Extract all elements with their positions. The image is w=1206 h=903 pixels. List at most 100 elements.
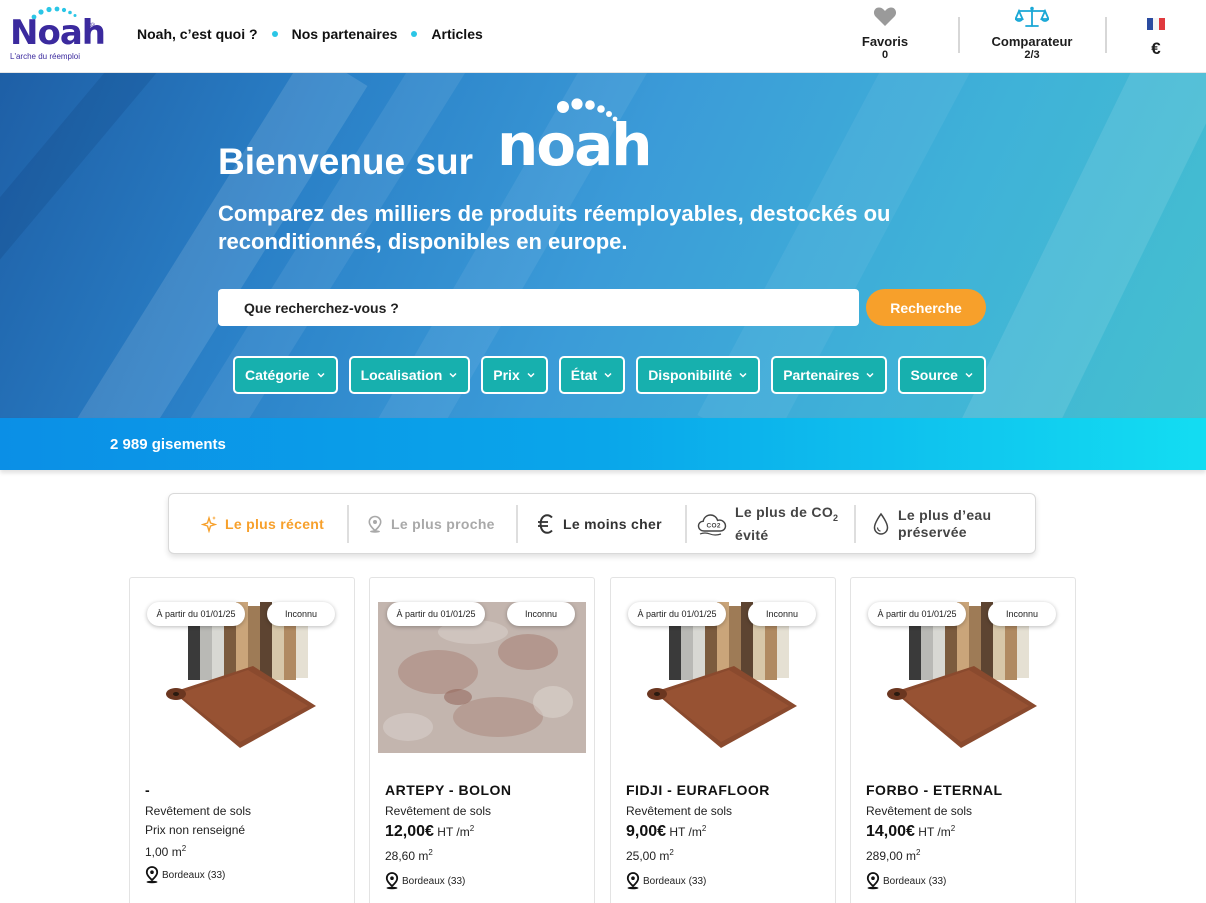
availability-badge: À partir du 01/01/25 bbox=[387, 602, 485, 626]
results-count: 2 989 gisements bbox=[110, 436, 226, 453]
product-price: 9,00€ HT /m2 bbox=[626, 823, 706, 841]
availability-badge: À partir du 01/01/25 bbox=[868, 602, 966, 626]
price-value: 9,00€ bbox=[626, 823, 667, 840]
location-label: Bordeaux (33) bbox=[402, 875, 466, 887]
product-card[interactable]: À partir du 01/01/25 Inconnu - Revêtemen… bbox=[129, 577, 355, 903]
sort-divider bbox=[685, 505, 687, 543]
sort-most-recent[interactable]: Le plus récent bbox=[201, 494, 324, 553]
nav-dot bbox=[411, 31, 418, 37]
scale-icon bbox=[1014, 6, 1050, 27]
header-divider bbox=[1105, 17, 1107, 53]
hero-subtitle: Comparez des milliers de produits réempl… bbox=[218, 201, 891, 254]
product-category: Revêtement de sols bbox=[145, 804, 252, 818]
sort-nearest[interactable]: Le plus proche bbox=[367, 494, 495, 553]
sort-label-line1: Le plus de CO bbox=[735, 503, 834, 520]
condition-badge: Inconnu bbox=[988, 602, 1056, 626]
sort-divider bbox=[347, 505, 349, 543]
filter-label: Catégorie bbox=[245, 367, 310, 383]
filter-price[interactable]: Prix bbox=[481, 356, 548, 394]
price-value: 14,00€ bbox=[866, 823, 915, 840]
product-quantity: 1,00 m2 bbox=[145, 844, 186, 859]
search-input[interactable] bbox=[218, 289, 859, 326]
noah-logo[interactable]: Noah ® L'arche du réemploi bbox=[9, 6, 106, 64]
chevron-down-icon bbox=[604, 372, 612, 378]
chevron-down-icon bbox=[317, 372, 325, 378]
filter-label: Partenaires bbox=[783, 367, 860, 383]
quantity-value: 25,00 m bbox=[626, 849, 670, 863]
fr-flag-icon bbox=[1147, 18, 1165, 30]
filter-source[interactable]: Source bbox=[898, 356, 986, 394]
filter-label: Prix bbox=[493, 367, 520, 383]
quantity-value: 1,00 m bbox=[145, 845, 182, 859]
product-quantity: 25,00 m2 bbox=[626, 848, 674, 863]
hero-noah-logo: noah bbox=[497, 98, 653, 180]
chevron-down-icon bbox=[527, 372, 535, 378]
filter-label: Localisation bbox=[360, 367, 443, 383]
chevron-down-icon bbox=[866, 372, 874, 378]
hero-banner: Bienvenue sur noah Comparez des milliers… bbox=[0, 73, 1206, 418]
nav-link-partners[interactable]: Nos partenaires bbox=[292, 26, 398, 42]
chevron-down-icon bbox=[739, 372, 747, 378]
heart-icon bbox=[873, 7, 897, 26]
sort-cheapest[interactable]: Le moins cher bbox=[537, 494, 662, 553]
product-title: ARTEPY - BOLON bbox=[385, 782, 512, 798]
sort-water-saved[interactable]: Le plus d’eau préservée bbox=[872, 494, 991, 553]
product-location: Bordeaux (33) bbox=[866, 872, 946, 890]
product-card[interactable]: À partir du 01/01/25 Inconnu FIDJI - EUR… bbox=[610, 577, 836, 903]
condition-badge: Inconnu bbox=[507, 602, 575, 626]
filter-partners[interactable]: Partenaires bbox=[771, 356, 888, 394]
quantity-value: 28,60 m bbox=[385, 849, 429, 863]
availability-badge: À partir du 01/01/25 bbox=[628, 602, 726, 626]
product-quantity: 28,60 m2 bbox=[385, 848, 433, 863]
product-card[interactable]: À partir du 01/01/25 Inconnu FORBO - ETE… bbox=[850, 577, 1076, 903]
sort-co2-avoided[interactable]: CO2 Le plus de CO2 évité bbox=[697, 494, 838, 553]
quantity-exponent: 2 bbox=[181, 844, 187, 853]
filter-label: Source bbox=[910, 367, 958, 383]
comparator-button[interactable]: Comparateur 2/3 bbox=[978, 6, 1086, 61]
filter-availability[interactable]: Disponibilité bbox=[636, 356, 761, 394]
price-unit-exponent: 2 bbox=[469, 824, 475, 833]
sort-divider bbox=[516, 505, 518, 543]
filter-bar: Catégorie Localisation Prix État Disponi… bbox=[233, 356, 997, 394]
sort-label-line2: évité bbox=[735, 527, 769, 544]
product-category: Revêtement de sols bbox=[626, 804, 733, 818]
filter-condition[interactable]: État bbox=[558, 356, 626, 394]
quantity-exponent: 2 bbox=[669, 848, 674, 857]
co2-cloud-icon: CO2 bbox=[697, 513, 727, 536]
favorites-button[interactable]: Favoris 0 bbox=[852, 6, 918, 61]
product-category: Revêtement de sols bbox=[385, 804, 492, 818]
availability-badge: À partir du 01/01/25 bbox=[147, 602, 245, 626]
comparator-label: Comparateur bbox=[991, 34, 1073, 49]
search-button[interactable]: Recherche bbox=[866, 289, 986, 326]
nav-link-about[interactable]: Noah, c’est quoi ? bbox=[137, 26, 258, 42]
nav-link-articles[interactable]: Articles bbox=[431, 26, 482, 42]
condition-badge: Inconnu bbox=[748, 602, 816, 626]
filter-label: État bbox=[570, 367, 598, 383]
price-unit: HT /m bbox=[437, 825, 470, 839]
sort-bar: Le plus récent Le plus proche Le moins c… bbox=[168, 493, 1036, 554]
currency-symbol: € bbox=[1151, 39, 1161, 58]
sort-label: Le plus de CO2 évité bbox=[735, 503, 838, 545]
location-label: Bordeaux (33) bbox=[162, 869, 226, 881]
filter-location[interactable]: Localisation bbox=[348, 356, 471, 394]
site-header: Noah ® L'arche du réemploi Noah, c’est q… bbox=[0, 0, 1206, 73]
filter-category[interactable]: Catégorie bbox=[233, 356, 338, 394]
quantity-exponent: 2 bbox=[428, 848, 433, 857]
product-location: Bordeaux (33) bbox=[626, 872, 706, 890]
header-divider bbox=[958, 17, 960, 53]
product-card[interactable]: À partir du 01/01/25 Inconnu ARTEPY - BO… bbox=[369, 577, 595, 903]
language-currency-selector[interactable]: € bbox=[1142, 17, 1170, 59]
quantity-value: 289,00 m bbox=[866, 849, 917, 863]
filter-label: Disponibilité bbox=[648, 367, 733, 383]
product-price-note: Prix non renseigné bbox=[145, 823, 246, 837]
water-drop-icon bbox=[873, 512, 889, 535]
location-pin-icon bbox=[368, 515, 382, 533]
registered-mark: ® bbox=[90, 23, 96, 30]
chevron-down-icon bbox=[965, 372, 973, 378]
location-label: Bordeaux (33) bbox=[883, 875, 947, 887]
location-label: Bordeaux (33) bbox=[643, 875, 707, 887]
product-price: 12,00€ HT /m2 bbox=[385, 823, 474, 841]
product-price: 14,00€ HT /m2 bbox=[866, 823, 955, 841]
comparator-count: 2/3 bbox=[1024, 49, 1040, 61]
logo-wordmark: Noah bbox=[10, 13, 106, 53]
